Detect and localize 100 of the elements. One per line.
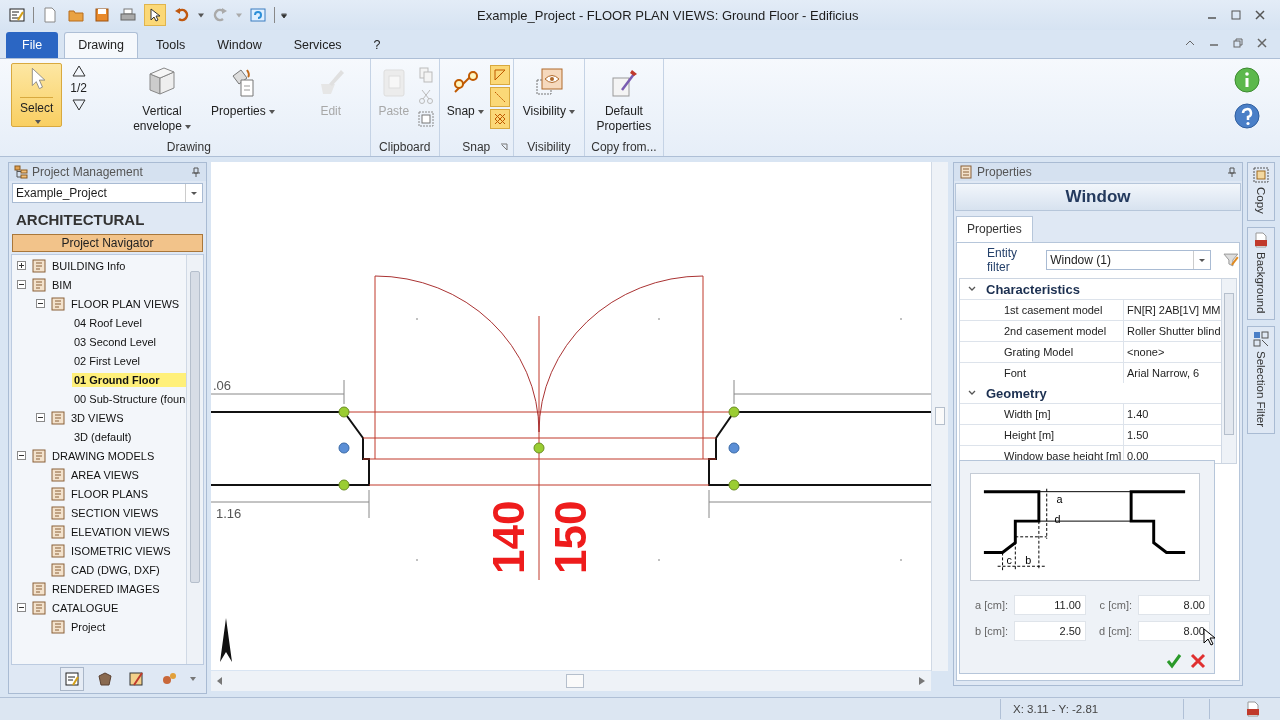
side-tab[interactable]: Copy — [1247, 162, 1275, 221]
entity-filter-dropdown[interactable]: Window (1) — [1046, 250, 1212, 270]
document-icon[interactable] — [59, 667, 84, 691]
tree-item[interactable]: FLOOR PLANS — [69, 486, 151, 501]
chevron-icon[interactable] — [968, 286, 976, 292]
close-icon[interactable] — [1190, 653, 1206, 669]
side-tab[interactable]: Selection Filter — [1247, 326, 1275, 435]
grip-point[interactable] — [728, 479, 740, 491]
property-value[interactable]: 1.40 — [1124, 404, 1221, 424]
ribbon-button[interactable]: Vertical envelope — [123, 63, 202, 137]
pin-icon[interactable] — [1227, 167, 1237, 177]
ribbon-tab[interactable]: Window — [203, 32, 276, 58]
tree-item[interactable]: FLOOR PLAN VIEWS — [69, 296, 182, 311]
tree-item[interactable]: 02 First Level — [72, 353, 143, 368]
info-icon[interactable] — [1234, 67, 1260, 93]
grip-point[interactable] — [533, 442, 545, 454]
ribbon-button[interactable]: Select — [11, 63, 63, 127]
property-value[interactable]: Arial Narrow, 6 — [1124, 363, 1221, 383]
pointer-icon[interactable] — [144, 4, 166, 26]
right-arrow-icon[interactable] — [919, 677, 925, 685]
window-title: Example_Project - FLOOR PLAN VIEWS: Ground Floor - Edificius — [476, 7, 860, 23]
input-field[interactable]: 2.50 — [1014, 621, 1086, 641]
help-icon[interactable] — [1234, 103, 1260, 129]
property-value[interactable]: FN[R] 2AB[1V] MM — [1124, 300, 1221, 320]
project-dropdown[interactable]: Example_Project — [12, 183, 203, 203]
expander-icon[interactable] — [17, 261, 26, 270]
ribbon-button[interactable]: Properties — [207, 63, 279, 122]
input-field[interactable]: 11.00 — [1014, 595, 1086, 615]
project-navigator-button[interactable]: Project Navigator — [12, 234, 203, 252]
property-value[interactable]: <none> — [1124, 342, 1221, 362]
paste-special-icon[interactable] — [415, 109, 436, 129]
input-field[interactable]: 8.00 — [1138, 595, 1210, 615]
customize-caret-icon[interactable] — [281, 12, 287, 18]
tree-item[interactable]: BIM — [50, 277, 74, 292]
close-icon[interactable] — [1254, 9, 1266, 21]
snap-toggle[interactable] — [489, 109, 510, 129]
tree-item[interactable]: CAD (DWG, DXF) — [69, 562, 162, 577]
funnel-icon[interactable] — [1223, 252, 1239, 268]
caret-icon[interactable] — [189, 677, 196, 681]
tree-item[interactable]: 3D VIEWS — [69, 410, 126, 425]
restore-icon[interactable] — [1232, 37, 1244, 49]
left-arrow-icon[interactable] — [217, 677, 223, 685]
down-triangle-icon[interactable] — [71, 99, 86, 111]
tree-item[interactable]: RENDERED IMAGES — [50, 581, 162, 596]
scrollbar-thumb[interactable] — [935, 407, 945, 425]
side-tab[interactable]: Background — [1247, 226, 1275, 321]
property-value[interactable]: Roller Shutter blind — [1124, 321, 1221, 341]
ribbon-tab[interactable]: Drawing — [64, 32, 138, 58]
tree-item[interactable]: 03 Second Level — [72, 334, 158, 349]
maximize-icon[interactable] — [1230, 9, 1242, 21]
dimension-label: 1.16 — [216, 506, 242, 521]
tree-item[interactable]: 3D (default) — [72, 429, 134, 444]
close-icon[interactable] — [1256, 37, 1268, 49]
tree-item[interactable]: ELEVATION VIEWS — [69, 524, 172, 539]
scrollbar-thumb[interactable] — [190, 271, 200, 583]
tree-item[interactable]: DRAWING MODELS — [50, 448, 157, 463]
dialog-launcher-icon[interactable] — [499, 143, 508, 151]
scrollbar-thumb[interactable] — [566, 674, 584, 688]
ribbon-button[interactable]: Visibility — [518, 63, 579, 122]
caret-icon[interactable] — [198, 12, 204, 18]
pin-icon[interactable] — [191, 167, 201, 177]
grip-point[interactable] — [728, 406, 740, 418]
expander-icon[interactable] — [36, 299, 45, 308]
grip-point[interactable] — [338, 442, 350, 454]
ribbon-button[interactable]: Default Properties — [587, 63, 660, 137]
input-field[interactable]: 8.00 — [1138, 621, 1210, 641]
ribbon-tab[interactable]: Services — [279, 32, 356, 58]
ribbon-tab[interactable]: Tools — [142, 32, 200, 58]
drawing-canvas[interactable]: .06 1.16 140 150 — [211, 162, 931, 670]
expander-icon[interactable] — [36, 413, 45, 422]
file-menu-button[interactable]: File — [6, 32, 59, 58]
grip-point[interactable] — [338, 479, 350, 491]
property-value[interactable]: 0.00 — [1124, 446, 1221, 463]
tree-item[interactable]: 04 Roof Level — [72, 315, 144, 330]
tree-item[interactable]: 01 Ground Floor — [72, 372, 186, 387]
app-logo-icon[interactable] — [7, 5, 27, 25]
panel-tab[interactable]: Properties — [956, 216, 1033, 242]
tree-item[interactable]: AREA VIEWS — [69, 467, 141, 482]
scrollbar-thumb[interactable] — [1224, 293, 1234, 435]
ribbon-button[interactable]: Snap — [442, 63, 488, 122]
tree-item[interactable]: BUILDING Info — [50, 258, 128, 273]
chevron-icon[interactable] — [968, 390, 976, 396]
expander-icon[interactable] — [17, 603, 26, 612]
tree-item[interactable]: 00 Sub-Structure (foun — [72, 391, 186, 406]
snap-toggle[interactable] — [489, 87, 510, 107]
expander-icon[interactable] — [17, 280, 26, 289]
expander-icon[interactable] — [17, 451, 26, 460]
grip-point[interactable] — [728, 442, 740, 454]
snap-toggle[interactable] — [489, 65, 510, 85]
tree-item[interactable]: CATALOGUE — [50, 600, 121, 615]
tree-item[interactable]: SECTION VIEWS — [69, 505, 161, 520]
refresh-icon[interactable] — [248, 5, 268, 25]
document-icon[interactable] — [1245, 701, 1261, 717]
property-value[interactable]: 1.50 — [1124, 425, 1221, 445]
tree-item[interactable]: ISOMETRIC VIEWS — [69, 543, 173, 558]
checkmark-icon[interactable] — [1166, 653, 1182, 669]
up-triangle-icon[interactable] — [71, 65, 86, 77]
ribbon-tab[interactable]: ? — [359, 32, 395, 58]
tree-item[interactable]: Project — [69, 619, 108, 634]
grip-point[interactable] — [338, 406, 350, 418]
